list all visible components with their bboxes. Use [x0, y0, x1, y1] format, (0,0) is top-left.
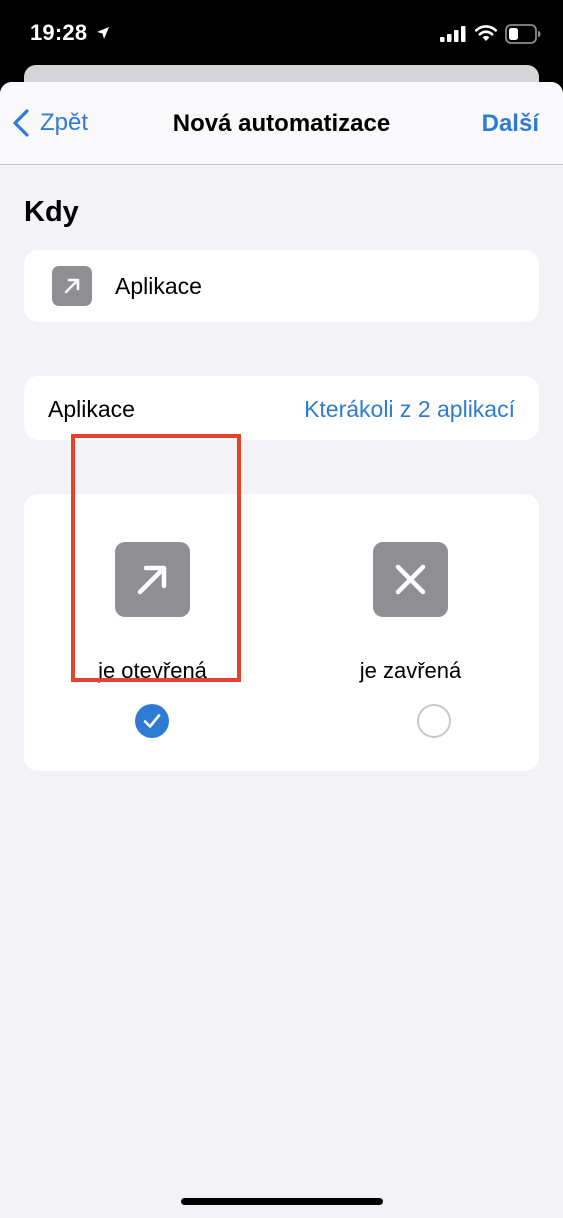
status-time: 19:28	[30, 20, 88, 45]
next-button[interactable]: Další	[482, 110, 539, 138]
trigger-label: Aplikace	[115, 273, 202, 299]
apps-row-value[interactable]: Kterákoli z 2 aplikací	[304, 396, 515, 423]
option-label: je zavřená	[359, 658, 462, 683]
battery-icon	[505, 24, 541, 44]
option-is-open[interactable]: je otevřená	[24, 494, 281, 771]
home-indicator[interactable]	[181, 1198, 383, 1205]
option-is-closed[interactable]: je zavřená	[282, 494, 539, 771]
wifi-icon	[474, 25, 498, 41]
arrow-up-right-icon	[52, 266, 92, 306]
radio-selected[interactable]	[135, 704, 169, 738]
x-mark-icon	[373, 542, 448, 617]
navigation-bar: Zpět Nová automatizace Další	[0, 82, 563, 165]
location-arrow-icon	[97, 27, 109, 39]
trigger-card[interactable]: Aplikace	[24, 250, 539, 322]
status-bar: 19:28	[0, 0, 563, 66]
section-heading: Kdy	[24, 196, 79, 228]
cellular-signal-icon	[440, 26, 466, 42]
radio-unselected[interactable]	[417, 704, 451, 738]
page-title: Nová automatizace	[172, 110, 391, 137]
options-card: je otevřená je zavřená	[24, 494, 539, 771]
option-label: je otevřená	[98, 658, 207, 683]
apps-row-label: Aplikace	[48, 396, 135, 422]
arrow-up-right-icon	[115, 542, 190, 617]
apps-selector-row[interactable]: Aplikace Kterákoli z 2 aplikací	[24, 376, 539, 440]
checkmark-icon	[143, 714, 161, 728]
automation-sheet: Zpět Nová automatizace Další Kdy Aplikac…	[0, 82, 563, 1218]
